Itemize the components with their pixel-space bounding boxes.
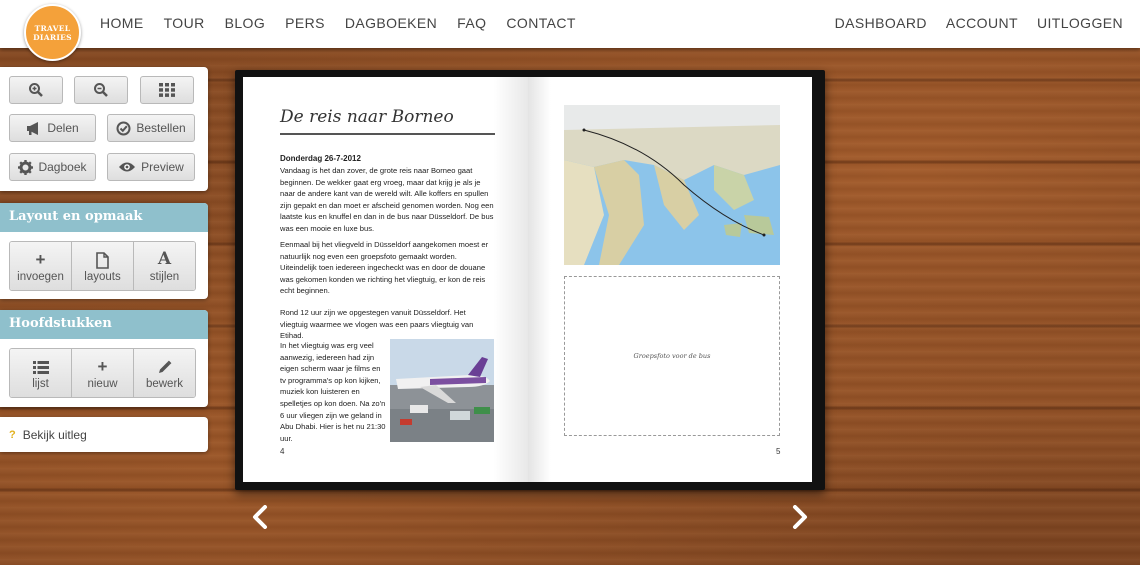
nav-tour[interactable]: TOUR [164, 15, 205, 31]
chevron-right-icon [793, 505, 807, 529]
world-map-illustration [564, 105, 780, 265]
zoom-out-icon [94, 83, 108, 97]
logo-line-2: DIARIES [33, 32, 72, 42]
paragraph-1[interactable]: Vandaag is het dan zover, de grote reis … [280, 165, 495, 235]
chevron-left-icon [253, 505, 267, 529]
font-icon: A [157, 248, 172, 269]
edit-chapter-button[interactable]: bewerk [134, 349, 195, 397]
list-icon [32, 360, 49, 374]
route-map[interactable] [564, 105, 780, 265]
preview-label: Preview [141, 160, 184, 174]
new-chapter-label: nieuw [87, 377, 118, 390]
logo-line-1: TRAVEL [34, 23, 71, 33]
help-label: Bekijk uitleg [22, 427, 87, 442]
nav-dagboeken[interactable]: DAGBOEKEN [345, 15, 437, 31]
layouts-button[interactable]: layouts [72, 242, 134, 290]
preview-button[interactable]: Preview [107, 153, 195, 181]
styles-button[interactable]: A stijlen [134, 242, 195, 290]
travel-diaries-logo[interactable]: TRAVEL DIARIES [24, 4, 81, 61]
help-link[interactable]: ? Bekijk uitleg [0, 417, 208, 452]
tools-panel: Delen Bestellen Dagboek Preview [0, 67, 208, 191]
order-label: Bestellen [136, 121, 186, 135]
grid-icon [159, 83, 175, 97]
chapters-panel: Hoofdstukken lijst + nieuw bewerk [0, 310, 208, 407]
page-number-left: 4 [280, 447, 285, 456]
diary-label: Dagboek [38, 160, 87, 174]
zoom-out-button[interactable] [74, 76, 128, 104]
insert-label: invoegen [17, 270, 64, 283]
share-button[interactable]: Delen [9, 114, 96, 142]
main-nav: HOME TOUR BLOG PERS DAGBOEKEN FAQ CONTAC… [100, 15, 596, 31]
previous-page-button[interactable] [246, 503, 274, 531]
plus-icon: + [97, 356, 108, 376]
order-button[interactable]: Bestellen [107, 114, 195, 142]
right-page[interactable]: Groepsfoto voor de bus 5 [528, 77, 812, 482]
photo-placeholder[interactable]: Groepsfoto voor de bus [564, 276, 780, 436]
check-circle-icon [116, 121, 131, 135]
list-label: lijst [32, 377, 49, 390]
edit-chapter-label: bewerk [145, 377, 184, 390]
account-nav: DASHBOARD ACCOUNT UITLOGGEN [816, 15, 1123, 31]
entry-date[interactable]: Donderdag 26-7-2012 [280, 153, 361, 165]
layout-button-group: + invoegen layouts A stijlen [9, 241, 196, 291]
nav-uitloggen[interactable]: UITLOGGEN [1037, 15, 1123, 31]
chapters-panel-title: Hoofdstukken [0, 310, 208, 339]
nav-pers[interactable]: PERS [285, 15, 325, 31]
airplane-photo[interactable] [390, 339, 494, 442]
placeholder-caption: Groepsfoto voor de bus [633, 352, 711, 360]
chapters-button-group: lijst + nieuw bewerk [9, 348, 196, 398]
diary-settings-button[interactable]: Dagboek [9, 153, 96, 181]
grid-view-button[interactable] [140, 76, 194, 104]
nav-account[interactable]: ACCOUNT [946, 15, 1018, 31]
nav-home[interactable]: HOME [100, 15, 144, 31]
document-icon [96, 251, 109, 269]
layout-panel: Layout en opmaak + invoegen layouts A st… [0, 203, 208, 299]
list-button[interactable]: lijst [10, 349, 72, 397]
gear-icon [18, 159, 34, 175]
plus-icon: + [35, 249, 46, 269]
layouts-label: layouts [84, 270, 121, 283]
page-number-right: 5 [776, 447, 781, 456]
insert-button[interactable]: + invoegen [10, 242, 72, 290]
left-page[interactable]: De reis naar Borneo Donderdag 26-7-2012 … [243, 77, 528, 482]
nav-faq[interactable]: FAQ [457, 15, 486, 31]
next-page-button[interactable] [786, 503, 814, 531]
pencil-icon [159, 360, 172, 373]
nav-blog[interactable]: BLOG [225, 15, 266, 31]
airplane-illustration [390, 339, 494, 442]
styles-label: stijlen [149, 270, 180, 283]
zoom-in-icon [29, 83, 43, 97]
book-spread: De reis naar Borneo Donderdag 26-7-2012 … [235, 70, 825, 490]
new-chapter-button[interactable]: + nieuw [72, 349, 134, 397]
zoom-in-button[interactable] [9, 76, 63, 104]
layout-panel-title: Layout en opmaak [0, 203, 208, 232]
share-label: Delen [47, 121, 79, 135]
top-navigation-bar: TRAVEL DIARIES HOME TOUR BLOG PERS DAGBO… [0, 0, 1140, 61]
paragraph-3[interactable]: Rond 12 uur zijn we opgestegen vanuit Dü… [280, 307, 495, 342]
paragraph-4[interactable]: In het vliegtuig was erg veel aanwezig, … [280, 340, 388, 444]
chapter-title[interactable]: De reis naar Borneo [280, 107, 495, 135]
nav-dashboard[interactable]: DASHBOARD [835, 15, 927, 31]
question-icon: ? [9, 428, 16, 441]
nav-contact[interactable]: CONTACT [506, 15, 575, 31]
megaphone-icon [27, 121, 39, 135]
paragraph-2[interactable]: Eenmaal bij het vliegveld in Düsseldorf … [280, 239, 495, 297]
eye-icon [119, 162, 136, 172]
